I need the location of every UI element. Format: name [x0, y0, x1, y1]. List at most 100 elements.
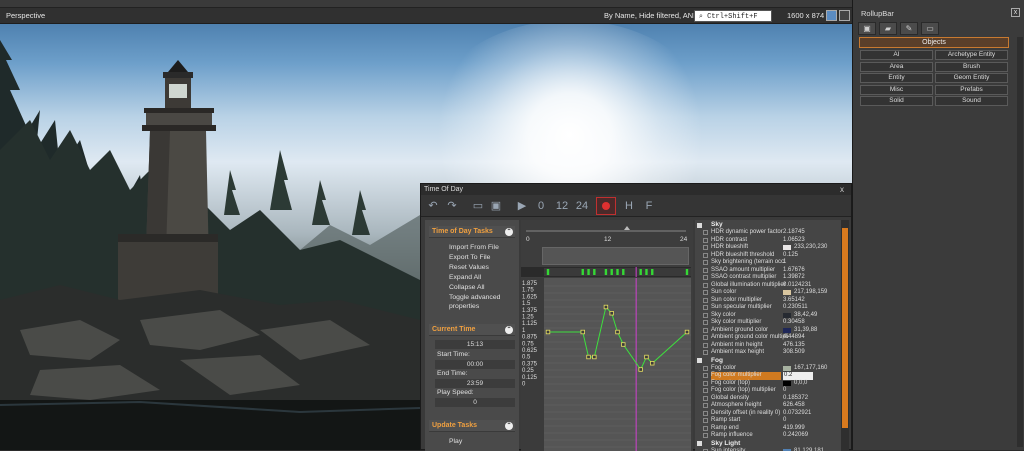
property-row[interactable]: HDR blueshift 233,230,230	[695, 244, 841, 252]
property-row[interactable]: Fog color 167,177,160	[695, 365, 841, 373]
property-row[interactable]: Fog color multiplier 0.2	[695, 372, 841, 380]
import-from-file-link[interactable]: Import From File	[449, 244, 499, 251]
property-value[interactable]: 0.242069	[783, 432, 808, 440]
terrain-tab-icon[interactable]: ▰	[879, 22, 897, 35]
property-row[interactable]: Ramp end 419.999	[695, 425, 841, 433]
property-value[interactable]: 233,230,230	[794, 244, 827, 252]
play-link[interactable]: Play	[449, 438, 462, 445]
redo-icon[interactable]: ↷	[445, 198, 459, 214]
rollup-scrollbar[interactable]	[1017, 37, 1023, 447]
spline-graph[interactable]: 1.8751.751.6251.51.3751.251.12510.8750.7…	[521, 278, 691, 451]
goto-12-button[interactable]: 12	[554, 198, 570, 214]
property-row[interactable]: Global density 0.185372	[695, 395, 841, 403]
property-value[interactable]: 0.185372	[783, 395, 808, 403]
property-row[interactable]: Ambient max height 308.509	[695, 349, 841, 357]
tod-close-button[interactable]: x	[840, 185, 844, 194]
property-group-header[interactable]: Sky	[695, 221, 841, 229]
property-value[interactable]: 0.30458	[783, 319, 805, 327]
collapse-all-link[interactable]: Collapse All	[449, 284, 485, 291]
objects-rollup-header[interactable]: Objects	[859, 37, 1009, 48]
viewport-display-button[interactable]	[826, 10, 837, 21]
property-value[interactable]: 1.67676	[783, 267, 805, 275]
color-swatch[interactable]	[783, 380, 791, 386]
property-row[interactable]: Fog color (top) 0,0,0	[695, 380, 841, 388]
play-speed-value[interactable]: 0	[435, 398, 515, 407]
collapse-icon[interactable]: ⌃	[505, 228, 513, 236]
property-value[interactable]: 1	[783, 259, 786, 267]
property-value[interactable]: 0,0,0	[794, 380, 807, 388]
property-value[interactable]: 0.0732921	[783, 410, 811, 418]
open-folder-icon[interactable]: ▭	[470, 198, 486, 214]
property-group-header[interactable]: Fog	[695, 357, 841, 365]
property-row[interactable]: Atmosphere height 626.458	[695, 402, 841, 410]
property-value[interactable]: 0.2	[783, 372, 813, 380]
color-swatch[interactable]	[783, 312, 791, 318]
display-tab-icon[interactable]: ▭	[921, 22, 939, 35]
property-value[interactable]: 0.0124231	[783, 282, 811, 290]
archetype-entity-button[interactable]: Archetype Entity	[935, 50, 1008, 60]
property-row[interactable]: HDR dynamic power factor 2.18745	[695, 229, 841, 237]
viewport-maximize-button[interactable]	[839, 10, 850, 21]
f-button[interactable]: F	[643, 198, 655, 214]
property-row[interactable]: Ramp start 0	[695, 417, 841, 425]
save-icon[interactable]: ▣	[489, 198, 503, 214]
goto-0-button[interactable]: 0	[535, 198, 547, 214]
property-value[interactable]: 0	[783, 387, 786, 395]
ai-button[interactable]: AI	[860, 50, 933, 60]
current-time-header[interactable]: Current Time ⌃	[429, 324, 515, 336]
property-value[interactable]: 0.230511	[783, 304, 808, 312]
collapse-icon[interactable]: ⌃	[505, 422, 513, 430]
color-swatch[interactable]	[783, 365, 791, 371]
rollup-close-button[interactable]: x	[1011, 8, 1020, 17]
property-row[interactable]: HDR blueshift threshold 0.125	[695, 252, 841, 260]
property-value[interactable]: 1.06523	[783, 237, 805, 245]
property-row[interactable]: Fog color (top) multiplier 0	[695, 387, 841, 395]
current-time-value[interactable]: 15:13	[435, 340, 515, 349]
properties-scroll-thumb[interactable]	[842, 228, 848, 428]
properties-scrollbar[interactable]	[841, 220, 849, 451]
property-row[interactable]: Ramp influence 0.242069	[695, 432, 841, 440]
property-group-header[interactable]: Sky Light	[695, 440, 841, 448]
collapse-icon[interactable]: ⌃	[505, 326, 513, 334]
reset-values-link[interactable]: Reset Values	[449, 264, 489, 271]
toggle-advanced-link[interactable]: Toggle advanced	[449, 294, 500, 301]
expand-all-link[interactable]: Expand All	[449, 274, 481, 281]
end-time-value[interactable]: 23:59	[435, 379, 515, 388]
undo-icon[interactable]: ↶	[426, 198, 440, 214]
prefabs-button[interactable]: Prefabs	[935, 84, 1008, 95]
modify-tab-icon[interactable]: ✎	[900, 22, 918, 35]
property-row[interactable]: Sky color 38,42,49	[695, 312, 841, 320]
sound-button[interactable]: Sound	[935, 96, 1008, 106]
timeline-track[interactable]	[542, 247, 689, 265]
collapse-box-icon[interactable]	[697, 222, 702, 228]
color-swatch[interactable]	[783, 327, 791, 333]
misc-button[interactable]: Misc	[860, 84, 933, 95]
time-ruler[interactable]: 0 12 24	[524, 220, 690, 244]
property-value[interactable]: 0	[783, 417, 786, 425]
property-value[interactable]: 31,39,88	[794, 327, 817, 335]
property-row[interactable]: Global illumination multiplier 0.0124231	[695, 282, 841, 290]
property-value[interactable]: 419.999	[783, 425, 805, 433]
property-value[interactable]: 0.125	[783, 252, 798, 260]
property-row[interactable]: Sun color 217,198,159	[695, 289, 841, 297]
property-value[interactable]: 476.135	[783, 342, 805, 350]
brush-button[interactable]: Brush	[935, 61, 1008, 72]
property-value[interactable]: 217,198,159	[794, 289, 827, 297]
collapse-box-icon[interactable]	[697, 441, 702, 447]
property-value[interactable]: 308.509	[783, 349, 805, 357]
property-row[interactable]: Ambient ground color multipli 4.44894	[695, 334, 841, 342]
property-row[interactable]: Density offset (in reality 0) 0.0732921	[695, 410, 841, 418]
entity-button[interactable]: Entity	[860, 73, 933, 83]
collapse-box-icon[interactable]	[697, 358, 702, 364]
property-value[interactable]: 2.18745	[783, 229, 805, 237]
property-value[interactable]: 3.65142	[783, 297, 805, 305]
color-swatch[interactable]	[783, 245, 791, 251]
goto-24-button[interactable]: 24	[574, 198, 590, 214]
update-tasks-header[interactable]: Update Tasks ⌃	[429, 420, 515, 432]
start-time-value[interactable]: 00:00	[435, 360, 515, 369]
property-row[interactable]: SSAO contrast multiplier 1.39872	[695, 274, 841, 282]
objects-tab-icon[interactable]: ▣	[858, 22, 876, 35]
export-to-file-link[interactable]: Export To File	[449, 254, 490, 261]
h-button[interactable]: H	[623, 198, 635, 214]
property-row[interactable]: SSAO amount multiplier 1.67676	[695, 267, 841, 275]
